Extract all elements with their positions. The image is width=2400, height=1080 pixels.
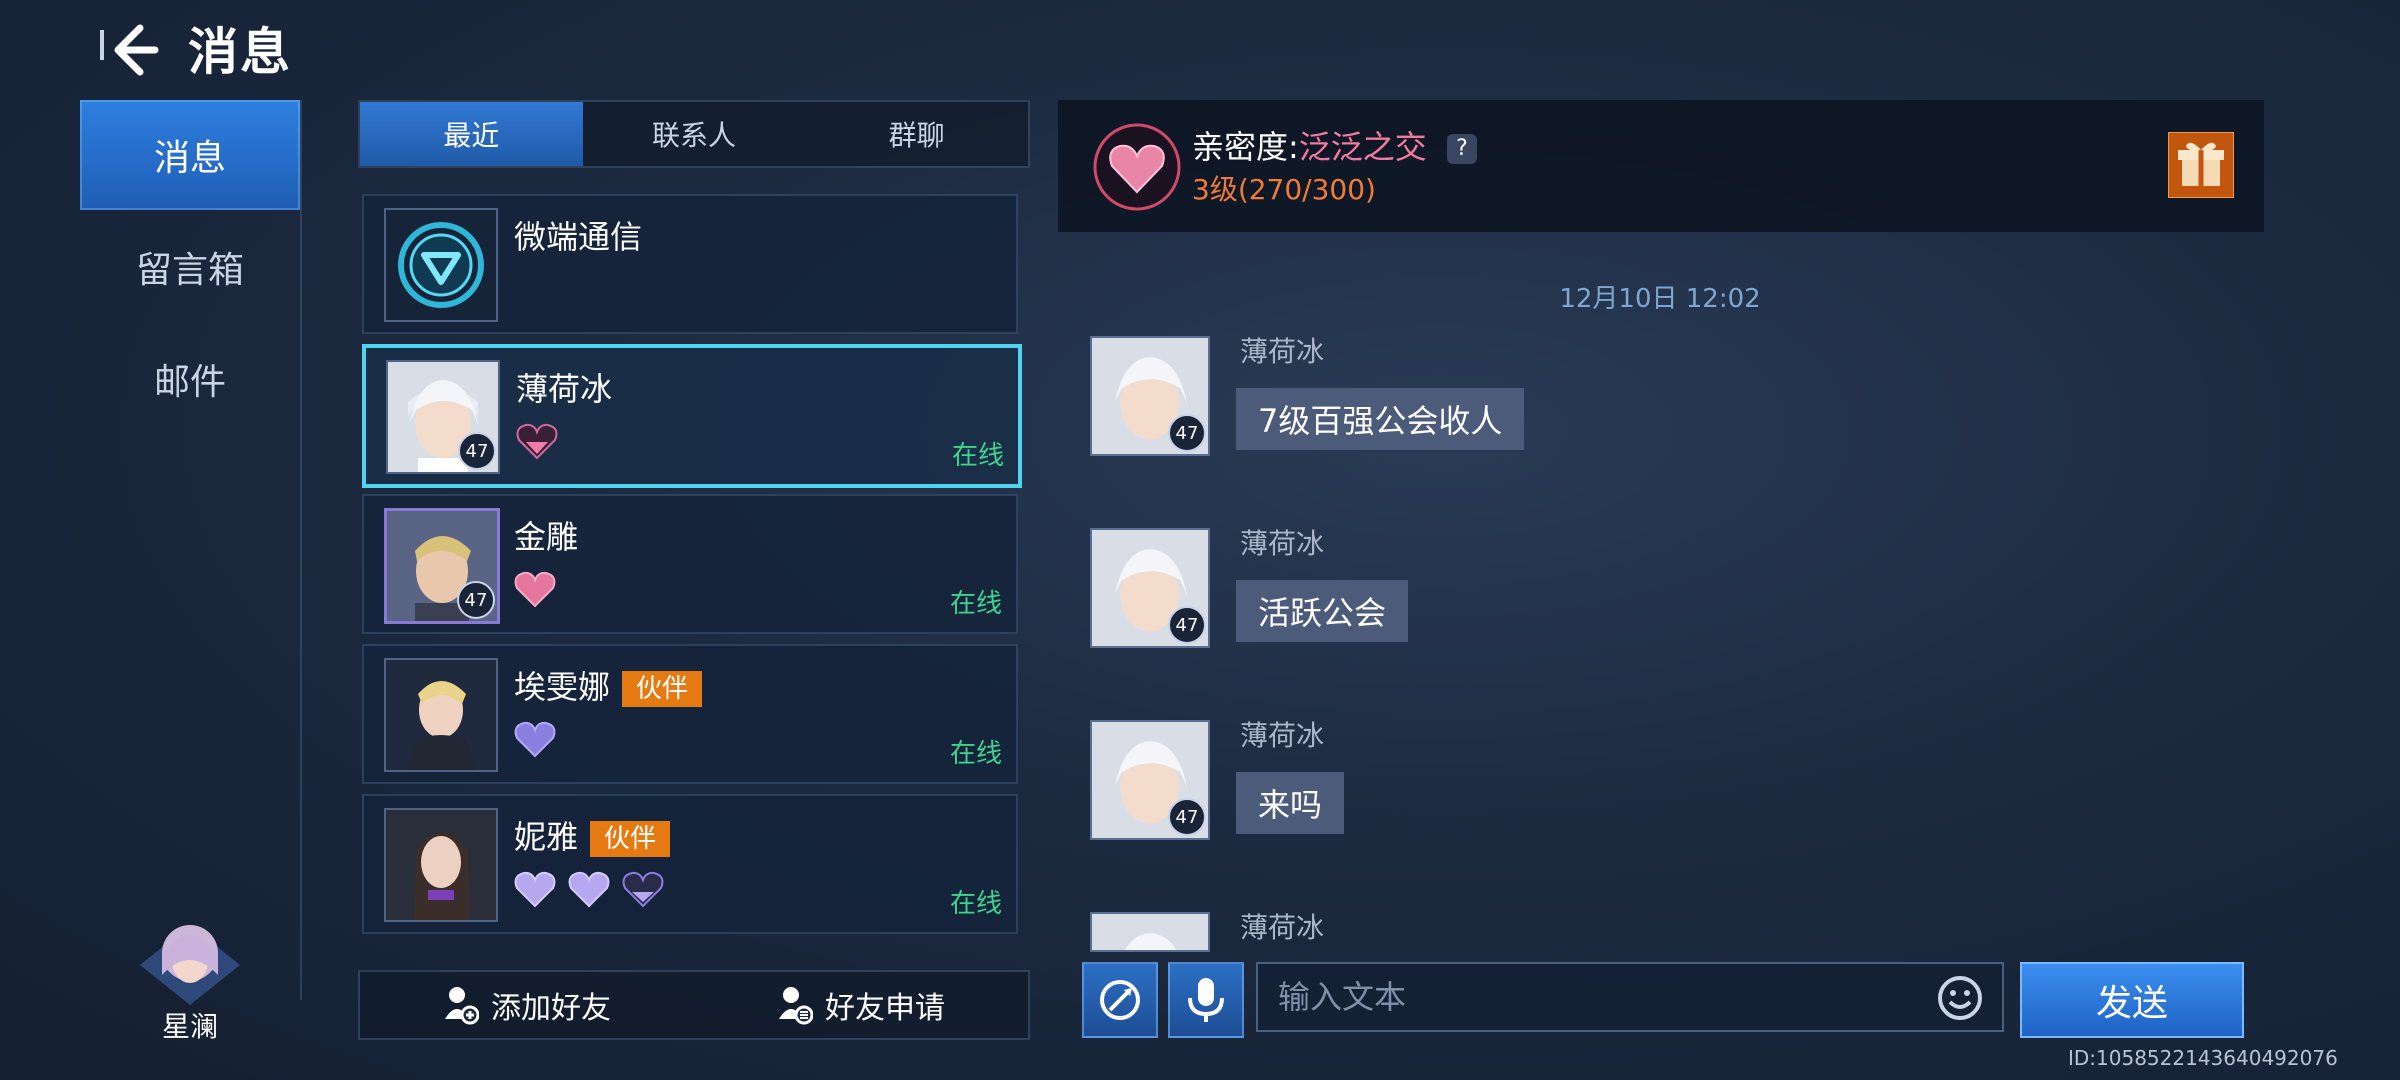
heart-icon xyxy=(622,871,664,908)
quick-phrase-icon xyxy=(1100,980,1140,1020)
voice-button[interactable] xyxy=(1168,962,1244,1038)
avatar xyxy=(384,808,498,922)
partner-tag: 伙伴 xyxy=(622,671,703,707)
gift-icon[interactable] xyxy=(2168,132,2234,198)
intimacy-hearts xyxy=(514,570,556,608)
online-status: 在线 xyxy=(949,739,1002,769)
online-status: 在线 xyxy=(949,889,1002,919)
contact-name: 薄荷冰 xyxy=(516,370,613,408)
heart-icon xyxy=(514,721,556,758)
sender-name: 薄荷冰 xyxy=(1240,719,1325,752)
add-friend-label: 添加好友 xyxy=(491,991,611,1026)
heart-icon xyxy=(568,871,610,908)
user-id: ID:1058522143640492076 xyxy=(2068,1046,2338,1070)
avatar[interactable] xyxy=(1090,912,1210,952)
friend-request-button[interactable]: 好友申请 xyxy=(694,972,1028,1038)
sender-name: 薄荷冰 xyxy=(1240,911,1325,944)
friend-actions-bar: 添加好友 好友申请 xyxy=(358,970,1030,1040)
self-name: 星澜 xyxy=(161,1010,218,1043)
nav-item-message-box[interactable]: 留言箱 xyxy=(80,212,300,322)
tab-recent[interactable]: 最近 xyxy=(360,102,583,166)
message-bubble: 来吗 xyxy=(1236,772,1345,834)
list-item[interactable]: 埃雯娜 伙伴 在线 xyxy=(362,644,1018,784)
partner-tag: 伙伴 xyxy=(590,821,671,857)
heart-icon xyxy=(514,871,556,908)
friend-request-label: 好友申请 xyxy=(825,991,945,1026)
list-item[interactable]: 47 薄荷冰 在线 xyxy=(362,344,1022,488)
level-badge: 47 xyxy=(458,432,496,470)
intimacy-level: 3级(270/300) xyxy=(1192,173,1376,206)
sender-name: 薄荷冰 xyxy=(1240,335,1325,368)
contact-name: 妮雅 伙伴 xyxy=(514,812,671,858)
avatar[interactable]: 47 xyxy=(1090,528,1210,648)
contact-name: 埃雯娜 伙伴 xyxy=(514,662,703,708)
send-button[interactable]: 发送 xyxy=(2020,962,2244,1038)
add-friend-button[interactable]: 添加好友 xyxy=(360,972,694,1038)
intimacy-label: 亲密度:泛泛之交 ? xyxy=(1192,122,1477,168)
intimacy-hearts xyxy=(516,422,558,460)
message-bubble: 活跃公会 xyxy=(1236,580,1409,642)
level-badge: 47 xyxy=(1168,606,1206,644)
intimacy-hearts xyxy=(514,870,664,908)
quick-phrase-button[interactable] xyxy=(1082,962,1158,1038)
microphone-icon xyxy=(1188,978,1224,1022)
list-item[interactable]: 妮雅 伙伴 在线 xyxy=(362,794,1018,934)
avatar[interactable]: 47 xyxy=(1090,336,1210,456)
contact-name: 金雕 xyxy=(514,518,579,556)
back-arrow-icon[interactable] xyxy=(100,20,160,80)
sender-name: 薄荷冰 xyxy=(1240,527,1325,560)
intimacy-panel: 亲密度:泛泛之交 ? 3级(270/300) xyxy=(1058,100,2264,232)
avatar: 47 xyxy=(386,360,500,474)
heart-icon xyxy=(514,571,556,608)
nav-item-messages[interactable]: 消息 xyxy=(80,100,300,210)
heart-icon xyxy=(516,423,558,460)
chat-timestamp: 12月10日 12:02 xyxy=(1559,284,1761,314)
online-status: 在线 xyxy=(951,441,1004,471)
friend-request-icon xyxy=(779,987,813,1025)
tab-contacts[interactable]: 联系人 xyxy=(583,102,806,166)
tab-group-chat[interactable]: 群聊 xyxy=(805,102,1028,166)
level-badge: 47 xyxy=(457,581,495,619)
help-icon[interactable]: ? xyxy=(1446,134,1477,164)
intimacy-heart-icon xyxy=(1093,123,1181,211)
left-nav: 消息 留言箱 邮件 xyxy=(80,100,302,1000)
avatar: 47 xyxy=(384,508,500,624)
avatar xyxy=(384,658,498,772)
intimacy-hearts xyxy=(514,720,556,758)
message-bubble: 7级百强公会收人 xyxy=(1236,388,1525,450)
avatar[interactable]: 47 xyxy=(1090,720,1210,840)
nav-item-mail[interactable]: 邮件 xyxy=(80,324,300,434)
contact-name: 微端通信 xyxy=(514,218,643,256)
micro-client-icon xyxy=(384,208,498,322)
emoji-icon[interactable] xyxy=(1936,974,1984,1022)
level-badge: 47 xyxy=(1168,414,1206,452)
chat-tabs: 最近 联系人 群聊 xyxy=(358,100,1030,168)
intimacy-tier: 泛泛之交 xyxy=(1298,128,1427,166)
online-status: 在线 xyxy=(949,589,1002,619)
level-badge: 47 xyxy=(1168,798,1206,836)
page-title: 消息 xyxy=(188,23,292,81)
message-input[interactable] xyxy=(1256,962,2004,1032)
list-item[interactable]: 47 金雕 在线 xyxy=(362,494,1018,634)
list-item[interactable]: 微端通信 xyxy=(362,194,1018,334)
conversation-list: 微端通信 47 薄荷冰 在线 47 金雕 在线 埃雯娜 伙伴 在线 妮雅 伙伴 … xyxy=(362,188,1022,950)
add-friend-icon xyxy=(445,987,479,1025)
